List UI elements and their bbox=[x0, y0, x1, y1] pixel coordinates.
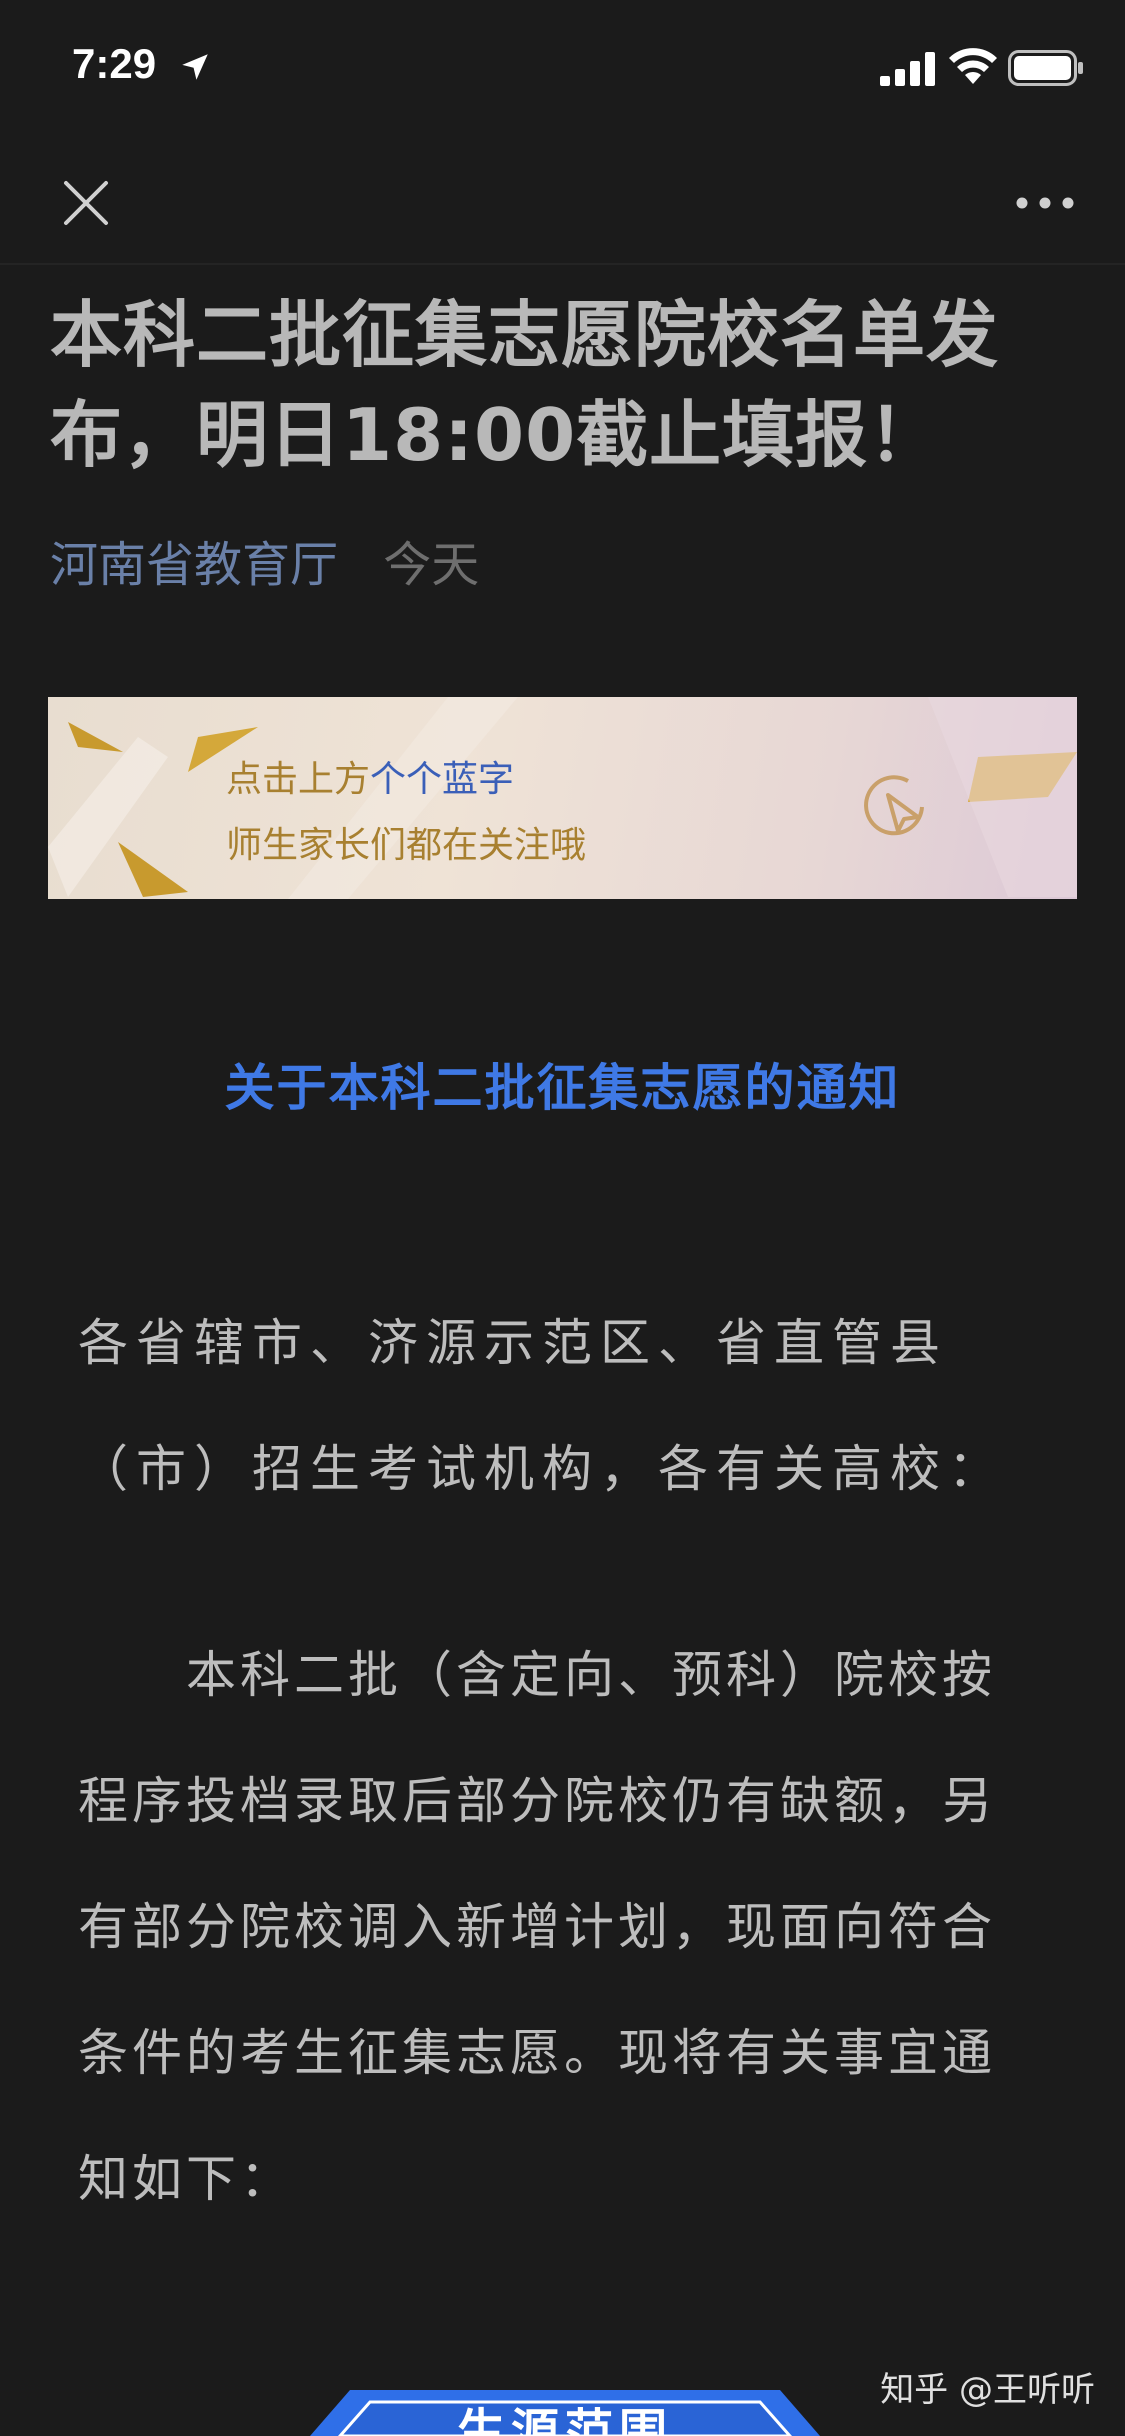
section-header: 生源范围 bbox=[310, 2380, 820, 2436]
battery-icon bbox=[1008, 50, 1083, 86]
more-button[interactable] bbox=[1000, 163, 1090, 243]
publish-date: 今天 bbox=[383, 537, 480, 593]
location-arrow-icon bbox=[182, 54, 208, 80]
more-icon bbox=[1016, 197, 1074, 209]
article-title: 本科二批征集志愿院校名单发布，明日18:00截止填报！ bbox=[50, 293, 1000, 477]
section-label: 生源范围 bbox=[456, 2404, 673, 2436]
author-link[interactable]: 河南省教育厅 bbox=[50, 537, 338, 593]
nav-bar bbox=[0, 135, 1125, 265]
status-time: 7:29 bbox=[72, 40, 157, 87]
close-button[interactable] bbox=[46, 163, 126, 243]
status-bar: 7:29 bbox=[0, 0, 1125, 135]
close-icon bbox=[64, 181, 108, 225]
banner-line1-prefix: 点击上方 bbox=[226, 759, 371, 800]
banner-line2: 师生家长们都在关注哦 bbox=[226, 825, 587, 866]
notice-paragraph-2: 本科二批（含定向、预科）院校按程序投档录取后部分院校仍有缺额，另有部分院校调入新… bbox=[78, 1646, 996, 2208]
notice-paragraph-1: 各省辖市、济源示范区、省直管县（市）招生考试机构，各有关高校： bbox=[78, 1314, 1006, 1498]
article-meta: 河南省教育厅 今天 bbox=[50, 530, 479, 600]
banner-line1: 点击上方个个蓝字 bbox=[226, 750, 514, 802]
signal-icon bbox=[880, 52, 935, 86]
wifi-icon bbox=[949, 48, 997, 84]
cursor-icon bbox=[864, 775, 924, 836]
follow-banner[interactable]: 点击上方个个蓝字 师生家长们都在关注哦 bbox=[48, 697, 1077, 899]
watermark: 知乎 @王听听 bbox=[880, 2370, 1095, 2410]
notice-title: 关于本科二批征集志愿的通知 bbox=[224, 1059, 901, 1117]
banner-highlight: 个个蓝字 bbox=[370, 759, 515, 800]
